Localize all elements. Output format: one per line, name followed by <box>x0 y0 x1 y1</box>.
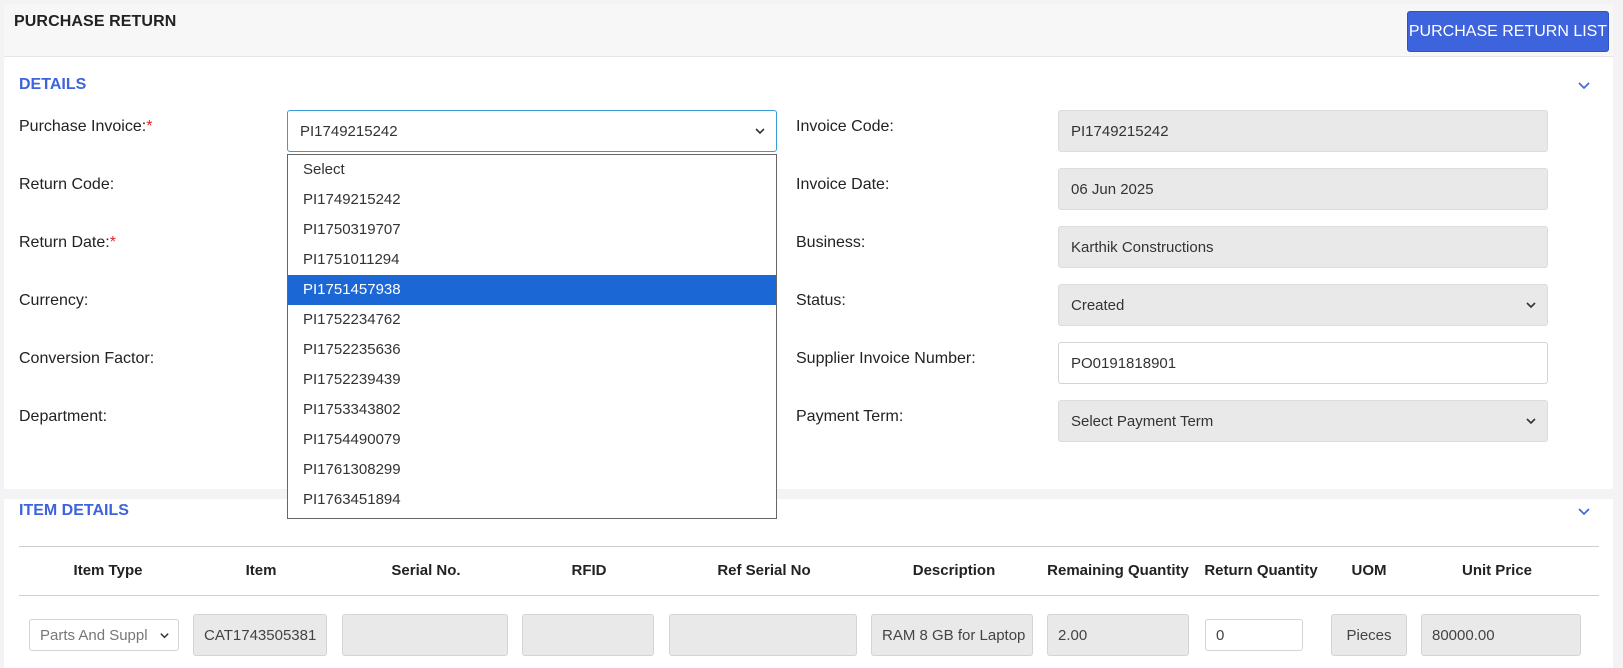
dropdown-option[interactable]: PI1753343802 <box>288 395 776 425</box>
uom-field: Pieces <box>1331 614 1407 656</box>
status-value: Created <box>1071 296 1125 314</box>
details-card: DETAILS Purchase Invoice:* Return Code: … <box>4 57 1613 489</box>
column-header: Unit Price <box>1461 562 1533 579</box>
dropdown-option[interactable]: PI1754490079 <box>288 425 776 455</box>
details-section-title: DETAILS <box>19 76 87 93</box>
page-header: PURCHASE RETURN PURCHASE RETURN LIST <box>4 4 1613 57</box>
item-type-value: Parts And Suppl <box>40 626 148 644</box>
business-field: Karthik Constructions <box>1058 226 1548 268</box>
chevron-down-icon <box>160 633 169 639</box>
dropdown-option[interactable]: PI1752234762 <box>288 305 776 335</box>
description-field: RAM 8 GB for Laptop <box>871 614 1033 656</box>
dropdown-option[interactable]: PI1751457938 <box>288 275 776 305</box>
chevron-down-icon[interactable] <box>1577 504 1591 518</box>
item-field: CAT1743505381 <box>193 614 327 656</box>
conversion-factor-label: Conversion Factor: <box>19 350 155 367</box>
serial-no-field <box>342 614 508 656</box>
purchase-invoice-value: PI1749215242 <box>300 122 398 140</box>
invoice-date-field: 06 Jun 2025 <box>1058 168 1548 210</box>
column-header: Remaining Quantity <box>1047 562 1189 579</box>
payment-term-label: Payment Term: <box>796 408 904 425</box>
return-date-label: Return Date:* <box>19 234 116 251</box>
dropdown-option[interactable]: Select <box>288 155 776 185</box>
column-header: RFID <box>571 562 607 579</box>
item-details-section-title: ITEM DETAILS <box>19 502 129 519</box>
invoice-code-label: Invoice Code: <box>796 118 894 135</box>
purchase-invoice-select[interactable]: PI1749215242 <box>287 110 777 152</box>
page-title: PURCHASE RETURN <box>14 13 177 30</box>
column-header: UOM <box>1351 562 1387 579</box>
currency-label: Currency: <box>19 292 89 309</box>
payment-term-value: Select Payment Term <box>1071 412 1214 430</box>
status-label: Status: <box>796 292 846 309</box>
purchase-invoice-label: Purchase Invoice:* <box>19 118 153 135</box>
column-header: Item Type <box>73 562 143 579</box>
dropdown-option[interactable]: PI1751011294 <box>288 245 776 275</box>
ref-serial-no-field <box>669 614 857 656</box>
return-quantity-input[interactable]: 0 <box>1205 619 1303 651</box>
dropdown-option[interactable]: PI1749215242 <box>288 185 776 215</box>
chevron-down-icon[interactable] <box>1577 78 1591 92</box>
dropdown-option[interactable]: PI1750319707 <box>288 215 776 245</box>
dropdown-option[interactable]: PI1752235636 <box>288 335 776 365</box>
chevron-down-icon <box>755 128 765 135</box>
department-label: Department: <box>19 408 108 425</box>
remaining-quantity-field: 2.00 <box>1047 614 1189 656</box>
column-header: Return Quantity <box>1204 562 1318 579</box>
dropdown-option[interactable]: PI1752239439 <box>288 365 776 395</box>
item-type-select[interactable]: Parts And Suppl <box>29 619 179 651</box>
invoice-code-field: PI1749215242 <box>1058 110 1548 152</box>
item-details-table: Item Type Item Serial No. RFID Ref Seria… <box>19 546 1599 668</box>
dropdown-option[interactable]: PI1761308299 <box>288 455 776 485</box>
column-header: Serial No. <box>391 562 461 579</box>
supplier-invoice-number-label: Supplier Invoice Number: <box>796 350 976 367</box>
column-header: Ref Serial No <box>717 562 811 579</box>
status-select[interactable]: Created <box>1058 284 1548 326</box>
chevron-down-icon <box>1526 418 1536 425</box>
payment-term-select[interactable]: Select Payment Term <box>1058 400 1548 442</box>
return-code-label: Return Code: <box>19 176 115 193</box>
column-header: Description <box>912 562 996 579</box>
business-label: Business: <box>796 234 866 251</box>
column-header: Item <box>245 562 277 579</box>
purchase-invoice-dropdown-list[interactable]: Select PI1749215242 PI1750319707 PI17510112… <box>287 154 777 519</box>
dropdown-option[interactable]: PI1763451894 <box>288 485 776 515</box>
unit-price-field: 80000.00 <box>1421 614 1581 656</box>
item-details-card: ITEM DETAILS Item Type Item Serial No. R… <box>4 499 1613 668</box>
supplier-invoice-number-input[interactable]: PO0191818901 <box>1058 342 1548 384</box>
chevron-down-icon <box>1526 302 1536 309</box>
rfid-field <box>522 614 654 656</box>
table-header: Item Type Item Serial No. RFID Ref Seria… <box>19 547 1599 596</box>
invoice-date-label: Invoice Date: <box>796 176 890 193</box>
purchase-return-list-button[interactable]: PURCHASE RETURN LIST <box>1407 11 1609 52</box>
